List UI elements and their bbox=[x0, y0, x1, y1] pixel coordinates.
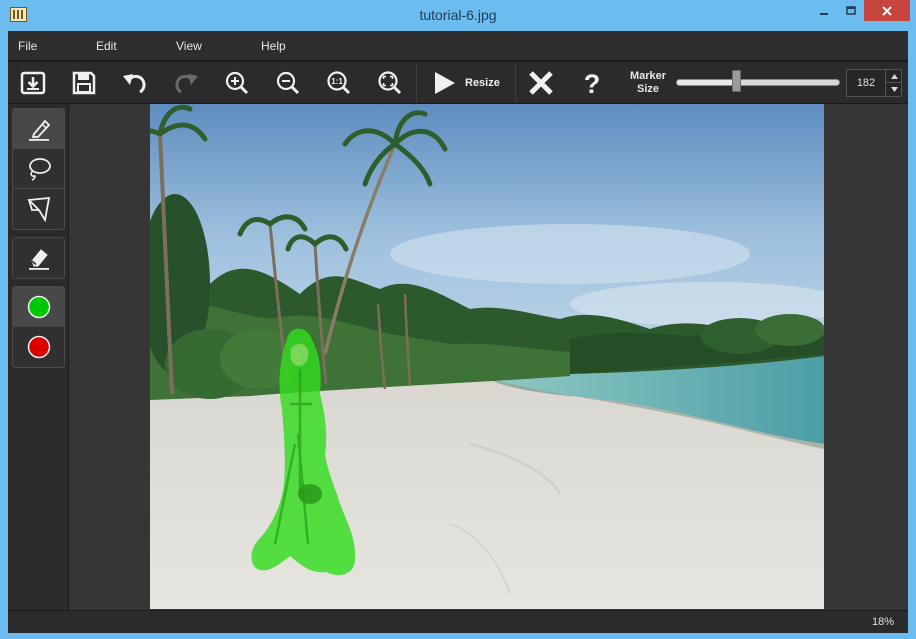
zoom-in-button[interactable] bbox=[219, 67, 255, 99]
green-circle-icon bbox=[27, 295, 50, 318]
marker-size-slider[interactable] bbox=[676, 79, 840, 86]
toolbar-separator bbox=[515, 64, 516, 102]
zoom-out-button[interactable] bbox=[270, 67, 306, 99]
marker-size-slider-fill bbox=[677, 80, 738, 85]
clear-markers-button[interactable] bbox=[523, 67, 559, 99]
eraser-icon bbox=[28, 249, 49, 270]
menu-edit[interactable]: Edit bbox=[96, 39, 117, 53]
marker-tool-button[interactable] bbox=[13, 109, 64, 149]
redo-button[interactable] bbox=[168, 67, 204, 99]
keep-color-button[interactable] bbox=[13, 287, 64, 327]
tool-panel bbox=[8, 104, 68, 610]
undo-icon bbox=[123, 74, 146, 94]
chevron-down-icon bbox=[890, 87, 898, 92]
window-frame-right bbox=[908, 31, 916, 639]
minimize-button[interactable] bbox=[810, 0, 837, 21]
svg-text:1:1: 1:1 bbox=[331, 77, 343, 86]
play-icon bbox=[435, 72, 455, 94]
marker-size-label-line1: Marker bbox=[629, 70, 667, 82]
spin-down-button[interactable] bbox=[885, 83, 902, 96]
resize-label[interactable]: Resize bbox=[465, 77, 500, 89]
window-frame-left bbox=[0, 31, 8, 639]
zoom-out-icon bbox=[276, 71, 300, 95]
status-bar: 18% bbox=[8, 611, 908, 633]
help-button[interactable]: ? bbox=[574, 67, 610, 99]
clear-icon bbox=[529, 71, 553, 95]
menu-help[interactable]: Help bbox=[261, 39, 286, 53]
svg-text:?: ? bbox=[584, 70, 601, 96]
save-button[interactable] bbox=[66, 67, 102, 99]
undo-button[interactable] bbox=[117, 67, 153, 99]
marker-size-value[interactable]: 182 bbox=[847, 77, 885, 89]
zoom-actual-icon: 1:1 bbox=[327, 71, 351, 95]
resize-button[interactable] bbox=[426, 67, 462, 99]
toolbar-separator bbox=[416, 64, 417, 102]
chevron-up-icon bbox=[890, 73, 898, 79]
window-frame-bottom bbox=[0, 633, 916, 639]
maximize-icon bbox=[845, 5, 856, 15]
remove-color-button[interactable] bbox=[13, 327, 64, 367]
eraser-tool-button[interactable] bbox=[13, 238, 64, 278]
selection-tools-group bbox=[12, 108, 65, 230]
zoom-fit-icon bbox=[378, 71, 402, 95]
marker-color-group bbox=[12, 286, 65, 368]
spin-up-button[interactable] bbox=[885, 70, 902, 83]
marker-size-label-line2: Size bbox=[636, 83, 659, 95]
open-icon bbox=[20, 71, 46, 95]
marker-size-label: Marker Size bbox=[620, 70, 676, 96]
lasso-icon bbox=[28, 157, 51, 181]
close-icon bbox=[882, 5, 892, 16]
help-icon: ? bbox=[584, 70, 601, 96]
zoom-level: 18% bbox=[871, 616, 894, 628]
polygon-lasso-icon bbox=[26, 196, 50, 222]
menu-file[interactable]: File bbox=[18, 39, 37, 53]
save-icon bbox=[72, 71, 96, 95]
close-button[interactable] bbox=[864, 0, 910, 21]
maximize-button[interactable] bbox=[837, 0, 864, 21]
zoom-actual-size-button[interactable]: 1:1 bbox=[321, 67, 357, 99]
zoom-fit-button[interactable] bbox=[372, 67, 408, 99]
toolbar: 1:1 Resize ? Marker Size 182 bbox=[8, 62, 908, 104]
menu-view[interactable]: View bbox=[176, 39, 202, 53]
red-circle-icon bbox=[27, 335, 50, 359]
marker-icon bbox=[28, 119, 50, 141]
window-title: tutorial-6.jpg bbox=[419, 7, 497, 23]
beach-photo[interactable] bbox=[150, 104, 824, 609]
marker-size-spinbox[interactable]: 182 bbox=[846, 69, 902, 97]
lasso-tool-button[interactable] bbox=[13, 149, 64, 189]
zoom-in-icon bbox=[225, 71, 249, 95]
marker-size-slider-handle[interactable] bbox=[732, 70, 742, 92]
open-button[interactable] bbox=[15, 67, 51, 99]
menu-bar: File Edit View Help bbox=[8, 31, 908, 61]
redo-icon bbox=[175, 74, 198, 94]
polygon-lasso-tool-button[interactable] bbox=[13, 189, 64, 229]
minimize-icon bbox=[819, 12, 828, 15]
title-bar: tutorial-6.jpg bbox=[0, 0, 916, 31]
beach-photo-image bbox=[150, 104, 824, 609]
eraser-tool-group bbox=[12, 237, 65, 279]
image-canvas[interactable] bbox=[69, 104, 908, 610]
